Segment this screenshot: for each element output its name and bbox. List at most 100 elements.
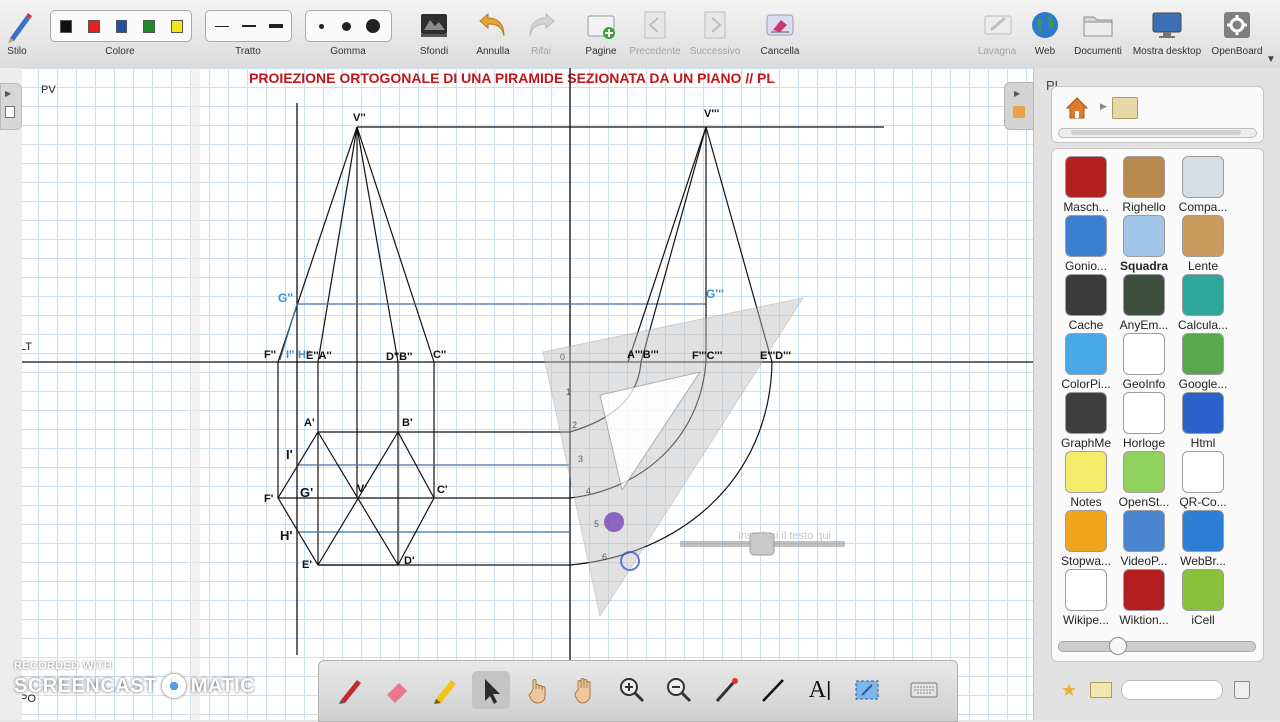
drawing-title: PROIEZIONE ORTOGONALE DI UNA PIRAMIDE SE… (249, 70, 775, 86)
ruler-icon (1123, 156, 1165, 198)
trash-icon[interactable] (1234, 681, 1250, 699)
zoom-in-icon[interactable] (613, 671, 651, 709)
hand-icon[interactable] (566, 671, 604, 709)
keyboard-icon[interactable] (905, 671, 943, 709)
stroke-thin-option[interactable] (215, 25, 229, 27)
svg-text:5: 5 (594, 519, 599, 529)
backgrounds-icon[interactable] (417, 8, 451, 42)
label-e1: E' (302, 559, 312, 571)
board-mode-icon[interactable] (981, 8, 1015, 42)
panel-scrollbar[interactable] (1058, 128, 1257, 138)
color-green-swatch[interactable] (143, 19, 156, 33)
app-color-picker[interactable]: ColorPi... (1054, 333, 1118, 391)
color-yellow-swatch[interactable] (171, 19, 183, 33)
app-set-square[interactable]: Squadra (1112, 215, 1176, 273)
favorite-star-icon[interactable]: ★ (1061, 680, 1077, 701)
documents-folder-icon[interactable] (1081, 8, 1115, 42)
zoom-out-icon[interactable] (660, 671, 698, 709)
slider-knob[interactable] (1109, 637, 1127, 655)
app-compass[interactable]: Compa... (1171, 156, 1235, 214)
laser-pointer-icon[interactable] (707, 671, 745, 709)
app-protractor[interactable]: Gonio... (1054, 215, 1118, 273)
app-notes[interactable]: Notes (1054, 451, 1118, 509)
marker-icon[interactable] (425, 671, 463, 709)
app-wiktionary[interactable]: Wiktion... (1112, 569, 1176, 627)
stylus-label: Stilo (7, 46, 27, 57)
app-web-browser[interactable]: WebBr... (1171, 510, 1235, 568)
app-label: ColorPi... (1061, 377, 1111, 391)
watermark-recorded: RECORDED WITH (14, 660, 113, 672)
watermark-screencast: SCREENCAST (14, 674, 157, 697)
label-c2: C'' (433, 349, 447, 361)
eraser-small-option[interactable] (319, 23, 324, 29)
add-page-icon[interactable] (584, 8, 618, 42)
color-red-swatch[interactable] (87, 19, 100, 33)
app-film[interactable]: AnyEm... (1112, 274, 1176, 332)
app-world-map[interactable]: GeoInfo (1112, 333, 1176, 391)
notes-icon (1065, 451, 1107, 493)
pen-icon[interactable] (331, 671, 369, 709)
right-panel-toggle[interactable]: ▶ (1004, 82, 1034, 130)
app-search[interactable]: OpenSt... (1112, 451, 1176, 509)
pv-label: PV (41, 84, 56, 96)
label-db2: D''B'' (386, 351, 413, 363)
app-html[interactable]: Html (1171, 392, 1235, 450)
top-toolbar: Stilo Colore Tratto Gomma Sfondi Annulla… (0, 0, 1280, 69)
library-icon (1013, 106, 1025, 118)
app-qr-code[interactable]: QR-Co... (1171, 451, 1235, 509)
app-label: iCell (1191, 613, 1215, 627)
line-icon[interactable] (754, 671, 792, 709)
new-folder-icon[interactable] (1090, 682, 1112, 698)
color-black-swatch[interactable] (60, 19, 72, 33)
app-wikipedia[interactable]: Wikipe... (1054, 569, 1118, 627)
show-desktop-icon[interactable] (1150, 8, 1184, 42)
pointer-icon[interactable] (472, 671, 510, 709)
label-d1: D' (404, 555, 415, 567)
redo-icon[interactable] (524, 8, 558, 42)
capture-icon[interactable] (848, 671, 886, 709)
stylus-icon[interactable] (2, 10, 36, 44)
openboard-settings-icon[interactable] (1220, 8, 1254, 42)
applications-folder-icon[interactable] (1112, 97, 1138, 119)
color-picker (50, 10, 192, 42)
app-ruler[interactable]: Righello (1112, 156, 1176, 214)
clear-page-icon[interactable] (763, 8, 797, 42)
eraser-large-option[interactable] (366, 19, 380, 33)
label-f1: F' (264, 493, 274, 505)
stroke-medium-option[interactable] (242, 25, 256, 27)
label-g2: G'' (278, 291, 293, 305)
app-magnifier[interactable]: Lente (1171, 215, 1235, 273)
app-label: Google... (1178, 377, 1228, 391)
text-icon[interactable]: A | (801, 671, 839, 709)
web-browser-icon (1182, 510, 1224, 552)
app-video-player[interactable]: VideoP... (1112, 510, 1176, 568)
app-google-maps[interactable]: Google... (1171, 333, 1235, 391)
expand-arrow-icon: ▶ (5, 89, 12, 98)
interact-icon[interactable] (519, 671, 557, 709)
board-label: Lavagna (977, 46, 1017, 57)
next-page-icon[interactable] (698, 8, 732, 42)
label-a1: A' (304, 417, 315, 429)
color-blue-swatch[interactable] (115, 19, 128, 33)
label-fc3: F'''C''' (692, 350, 723, 362)
eraser-medium-option[interactable] (342, 21, 351, 31)
drawing-board[interactable]: PROIEZIONE ORTOGONALE DI UNA PIRAMIDE SE… (0, 68, 1033, 720)
app-clock[interactable]: Horloge (1112, 392, 1176, 450)
home-icon[interactable] (1064, 95, 1090, 121)
app-calculator[interactable]: Calcula... (1171, 274, 1235, 332)
app-mask[interactable]: Masch... (1054, 156, 1118, 214)
eraser-icon[interactable] (378, 671, 416, 709)
library-search-input[interactable] (1121, 680, 1223, 700)
wiktionary-icon (1123, 569, 1165, 611)
stroke-thick-option[interactable] (269, 24, 283, 28)
library-zoom-slider[interactable] (1058, 637, 1256, 655)
app-graph[interactable]: GraphMe (1054, 392, 1118, 450)
web-globe-icon[interactable] (1028, 8, 1062, 42)
app-cache[interactable]: Cache (1054, 274, 1118, 332)
undo-icon[interactable] (476, 8, 510, 42)
left-panel-toggle[interactable]: ▶ (0, 83, 22, 130)
app-icell[interactable]: iCell (1171, 569, 1235, 627)
previous-page-icon[interactable] (638, 8, 672, 42)
app-stopwatch[interactable]: Stopwa... (1054, 510, 1118, 568)
minimize-chevron-icon[interactable]: ▼ (1266, 54, 1276, 65)
